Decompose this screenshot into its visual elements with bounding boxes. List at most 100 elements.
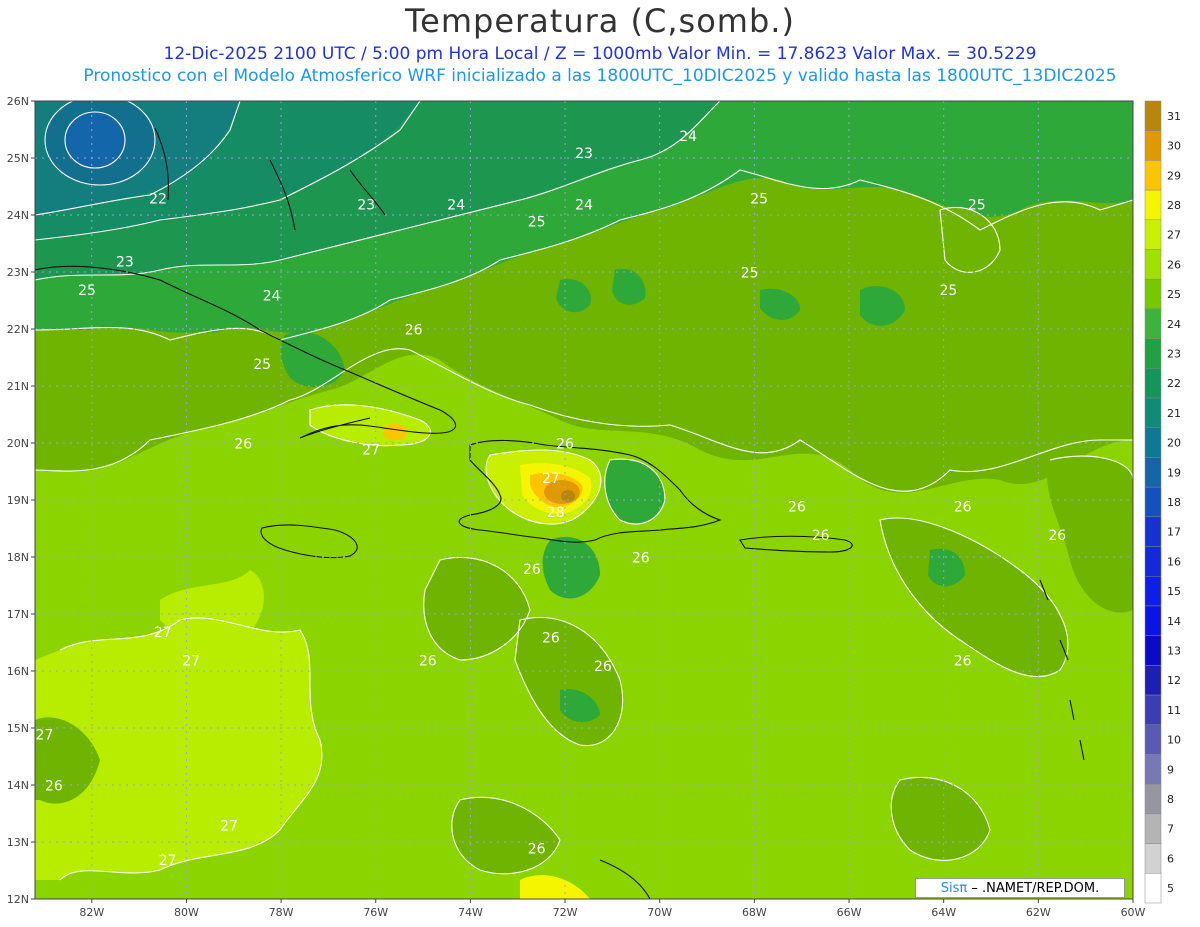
colorbar-swatch — [1144, 665, 1162, 696]
contour-label: 26 — [954, 499, 972, 515]
colorbar-swatch — [1144, 783, 1162, 815]
lat-tick-label: 12N — [7, 893, 29, 906]
contour-label: 28 — [547, 505, 565, 521]
colorbar-swatch — [1144, 249, 1162, 280]
colorbar-label: 27 — [1167, 229, 1181, 242]
contour-label: 27 — [220, 819, 238, 835]
colorbar-swatch — [1144, 427, 1162, 458]
lat-tick-label: 20N — [7, 437, 29, 450]
colorbar-swatch — [1144, 576, 1162, 607]
colorbar-swatch — [1144, 338, 1162, 369]
colorbar-swatch — [1144, 546, 1162, 577]
credit-brand: Sisπ — [940, 881, 968, 896]
colorbar-swatch — [1144, 694, 1162, 726]
contour-label: 24 — [263, 289, 281, 305]
lat-tick-label: 25N — [7, 152, 29, 165]
lat-tick-label: 16N — [7, 665, 29, 678]
longitude-axis: 82W 80W 78W 76W 74W 72W 70W 68W 66W 64W 62W 60W — [79, 899, 1146, 919]
colorbar-label: 9 — [1167, 763, 1174, 776]
lon-tick-label: 62W — [1026, 906, 1051, 919]
lon-tick-label: 70W — [647, 906, 672, 919]
contour-label: 27 — [159, 853, 177, 869]
contour-label: 26 — [788, 499, 806, 515]
contour-label: 24 — [575, 197, 593, 213]
contour-label: 25 — [940, 283, 958, 299]
lat-tick-label: 18N — [7, 551, 29, 564]
colorbar-label: 24 — [1167, 318, 1181, 331]
contour-label: 26 — [1048, 528, 1066, 544]
contour-label: 26 — [954, 653, 972, 669]
contour-label: 25 — [741, 266, 759, 282]
lat-tick-label: 23N — [7, 266, 29, 279]
contour-label: 26 — [556, 437, 574, 453]
contour-label: 26 — [632, 551, 650, 567]
lat-tick-label: 14N — [7, 779, 29, 792]
colorbar-swatch — [1144, 635, 1162, 666]
contour-label: 27 — [362, 442, 380, 458]
colorbar-label: 30 — [1167, 140, 1181, 153]
colorbar-swatch — [1144, 486, 1162, 518]
colorbar-swatch — [1144, 873, 1162, 904]
colorbar-swatch — [1144, 368, 1162, 399]
lat-tick-label: 21N — [7, 380, 29, 393]
credit-box: Sisπ – .NAMET/REP.DOM. — [915, 878, 1125, 898]
contour-label: 24 — [447, 197, 465, 213]
lon-tick-label: 64W — [931, 906, 956, 919]
colorbar-label: 23 — [1167, 347, 1181, 360]
colorbar-label: 28 — [1167, 199, 1181, 212]
colorbar-swatch — [1144, 754, 1162, 785]
colorbar-swatch — [1144, 724, 1162, 755]
contour-label: 25 — [253, 357, 271, 373]
colorbar-swatch — [1144, 130, 1162, 161]
colorbar-swatch — [1144, 605, 1162, 636]
temperature-map: 22 23 23 23 24 24 24 24 25 25 25 25 25 25 25 26 26 26 26 26… — [7, 95, 1181, 919]
lat-tick-label: 13N — [7, 836, 29, 849]
colorbar-label: 12 — [1167, 674, 1181, 687]
contour-label: 25 — [528, 214, 546, 230]
colorbar-swatch — [1144, 843, 1162, 874]
colorbar-label: 21 — [1167, 407, 1181, 420]
colorbar-legend: 31 30 29 28 27 26 25 24 23 22 21 20 19 18 17 16 15 14 13 12… — [1144, 100, 1181, 904]
colorbar-swatch — [1144, 189, 1162, 221]
contour-label: 22 — [149, 192, 167, 208]
contour-label: 24 — [679, 129, 697, 145]
colorbar-label: 25 — [1167, 288, 1181, 301]
lon-tick-label: 78W — [269, 906, 294, 919]
contour-label: 26 — [528, 841, 546, 857]
colorbar-label: 7 — [1167, 823, 1174, 836]
lon-tick-label: 82W — [79, 906, 104, 919]
contour-label: 23 — [357, 197, 375, 213]
colorbar-swatch — [1144, 219, 1162, 250]
colorbar-swatch — [1144, 397, 1162, 428]
contour-label: 25 — [968, 197, 986, 213]
colorbar-label: 18 — [1167, 496, 1181, 509]
colorbar-label: 20 — [1167, 437, 1181, 450]
shaded-field — [35, 101, 1133, 899]
colorbar-swatch — [1144, 278, 1162, 310]
contour-label: 26 — [45, 779, 63, 795]
colorbar-swatch — [1144, 813, 1162, 844]
colorbar-swatch — [1144, 100, 1162, 131]
colorbar-swatch — [1144, 516, 1162, 547]
contour-label: 25 — [750, 192, 768, 208]
lat-tick-label: 17N — [7, 608, 29, 621]
lat-tick-label: 19N — [7, 494, 29, 507]
contour-label: 27 — [542, 471, 560, 487]
lon-tick-label: 80W — [174, 906, 199, 919]
contour-label: 27 — [182, 653, 200, 669]
contour-label: 27 — [36, 727, 54, 743]
lon-tick-label: 72W — [553, 906, 578, 919]
lon-tick-label: 60W — [1121, 906, 1146, 919]
credit-text: – .NAMET/REP.DOM. — [971, 881, 1100, 896]
contour-label: 27 — [154, 625, 172, 641]
lon-tick-label: 74W — [458, 906, 483, 919]
contour-label: 26 — [234, 437, 252, 453]
contour-label: 23 — [116, 254, 134, 270]
colorbar-label: 14 — [1167, 615, 1181, 628]
colorbar-swatch — [1144, 457, 1162, 488]
colorbar-label: 8 — [1167, 793, 1174, 806]
lat-tick-label: 26N — [7, 95, 29, 108]
contour-label: 26 — [419, 653, 437, 669]
colorbar-label: 13 — [1167, 645, 1181, 658]
contour-label: 23 — [575, 146, 593, 162]
